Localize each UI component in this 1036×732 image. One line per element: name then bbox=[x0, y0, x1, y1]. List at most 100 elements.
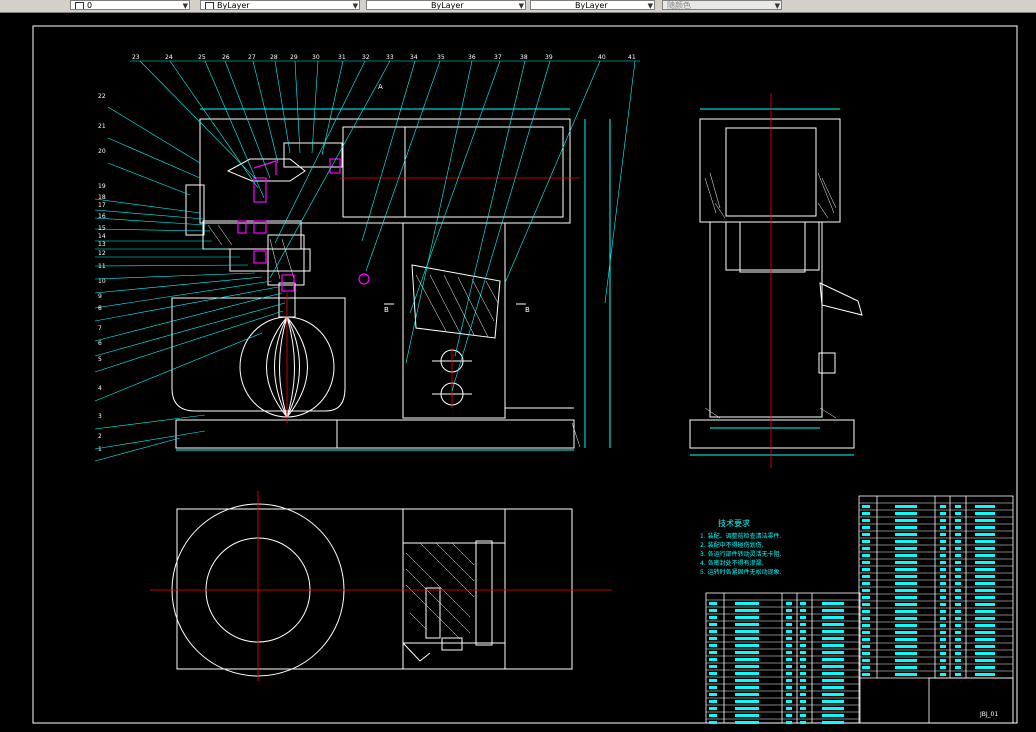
table-cell-text bbox=[955, 603, 961, 606]
balloon-number: 25 bbox=[198, 54, 206, 61]
table-cell-text bbox=[709, 714, 717, 717]
table-cell-text bbox=[862, 652, 870, 655]
plotstyle-combo[interactable]: 随颜色 ▼ bbox=[662, 0, 782, 10]
balloon-number: 10 bbox=[98, 278, 106, 285]
table-cell-text bbox=[975, 554, 995, 557]
table-cell-text bbox=[975, 596, 995, 599]
table-cell-text bbox=[735, 609, 759, 612]
table-cell-text bbox=[940, 624, 946, 627]
table-cell-text bbox=[822, 665, 844, 668]
table-cell-text bbox=[955, 589, 961, 592]
table-cell-text bbox=[709, 651, 717, 654]
table-cell-text bbox=[786, 623, 792, 626]
drawing-canvas[interactable]: 技术要求 1. 装配、调整前检查清洁零件. 2. 装配中不得碰伤划伤. 3. 各… bbox=[0, 13, 1036, 732]
balloon-number: 39 bbox=[545, 54, 553, 61]
table-cell-text bbox=[975, 659, 995, 662]
table-cell-text bbox=[709, 665, 717, 668]
table-cell-text bbox=[862, 533, 870, 536]
table-cell-text bbox=[862, 659, 870, 662]
balloon-number: 28 bbox=[270, 54, 278, 61]
table-cell-text bbox=[940, 547, 946, 550]
table-cell-text bbox=[735, 714, 759, 717]
table-cell-text bbox=[822, 637, 844, 640]
table-cell-text bbox=[862, 512, 870, 515]
balloon-number: 20 bbox=[98, 148, 106, 155]
table-cell-text bbox=[975, 505, 995, 508]
table-cell-text bbox=[955, 540, 961, 543]
balloon-number: 40 bbox=[598, 54, 606, 61]
table-cell-text bbox=[955, 652, 961, 655]
table-cell-text bbox=[822, 686, 844, 689]
table-cell-text bbox=[800, 714, 806, 717]
tech-req-line: 3. 各运行部件转动灵活无卡阻. bbox=[700, 551, 782, 558]
table-cell-text bbox=[735, 602, 759, 605]
balloon-number: 5 bbox=[98, 356, 102, 363]
table-cell-text bbox=[975, 512, 995, 515]
table-cell-text bbox=[709, 679, 717, 682]
balloon-number: 21 bbox=[98, 123, 106, 130]
table-cell-text bbox=[800, 630, 806, 633]
leader-lines bbox=[94, 60, 640, 462]
parts-list-right bbox=[858, 495, 1014, 724]
table-cell-text bbox=[822, 672, 844, 675]
table-cell-text bbox=[940, 554, 946, 557]
table-cell-text bbox=[895, 568, 917, 571]
table-cell-text bbox=[895, 638, 917, 641]
table-cell-text bbox=[862, 505, 870, 508]
table-cell-text bbox=[940, 526, 946, 529]
table-cell-text bbox=[955, 596, 961, 599]
color-combo[interactable]: ByLayer ▼ bbox=[200, 0, 360, 10]
balloon-number: 12 bbox=[98, 250, 106, 257]
table-cell-text bbox=[822, 602, 844, 605]
table-cell-text bbox=[975, 582, 995, 585]
table-cell-text bbox=[895, 547, 917, 550]
table-cell-text bbox=[800, 693, 806, 696]
table-cell-text bbox=[735, 665, 759, 668]
table-cell-text bbox=[786, 644, 792, 647]
toolbar: 0 ▼ ByLayer ▼ ByLayer ▼ ByLayer ▼ 随颜色 ▼ bbox=[0, 0, 1036, 13]
chevron-down-icon: ▼ bbox=[774, 2, 780, 10]
table-cell-text bbox=[940, 659, 946, 662]
balloon-number: 8 bbox=[98, 305, 102, 312]
table-cell-text bbox=[786, 686, 792, 689]
table-cell-text bbox=[800, 623, 806, 626]
drawing-number: JBJ_01 bbox=[980, 711, 999, 718]
balloon-number: 11 bbox=[98, 263, 106, 270]
table-cell-text bbox=[940, 512, 946, 515]
table-cell-text bbox=[940, 617, 946, 620]
tech-req-line: 2. 装配中不得碰伤划伤. bbox=[700, 542, 764, 549]
table-cell-text bbox=[822, 609, 844, 612]
table-cell-text bbox=[709, 616, 717, 619]
table-cell-text bbox=[786, 714, 792, 717]
table-cell-text bbox=[862, 561, 870, 564]
table-cell-text bbox=[940, 575, 946, 578]
table-cell-text bbox=[786, 616, 792, 619]
table-cell-text bbox=[800, 644, 806, 647]
balloon-number: 9 bbox=[98, 293, 102, 300]
table-cell-text bbox=[895, 631, 917, 634]
table-cell-text bbox=[940, 582, 946, 585]
table-cell-text bbox=[735, 686, 759, 689]
linetype-combo[interactable]: ByLayer ▼ bbox=[366, 0, 526, 10]
color-combo-value: ByLayer bbox=[217, 1, 250, 10]
table-cell-text bbox=[862, 673, 870, 676]
table-cell-text bbox=[975, 519, 995, 522]
tech-req-line: 1. 装配、调整前检查清洁零件. bbox=[700, 533, 782, 540]
table-cell-text bbox=[822, 658, 844, 661]
table-cell-text bbox=[955, 582, 961, 585]
table-cell-text bbox=[735, 707, 759, 710]
table-cell-text bbox=[709, 644, 717, 647]
table-cell-text bbox=[940, 519, 946, 522]
table-cell-text bbox=[940, 631, 946, 634]
table-cell-text bbox=[895, 589, 917, 592]
table-cell-text bbox=[895, 519, 917, 522]
table-cell-text bbox=[895, 512, 917, 515]
chevron-down-icon: ▼ bbox=[182, 2, 188, 10]
layer-combo-value: 0 bbox=[87, 1, 93, 10]
table-cell-text bbox=[940, 610, 946, 613]
lineweight-combo[interactable]: ByLayer ▼ bbox=[530, 0, 655, 10]
balloon-number: 7 bbox=[98, 325, 102, 332]
table-cell-text bbox=[735, 651, 759, 654]
layer-combo[interactable]: 0 ▼ bbox=[70, 0, 190, 10]
table-cell-text bbox=[862, 526, 870, 529]
